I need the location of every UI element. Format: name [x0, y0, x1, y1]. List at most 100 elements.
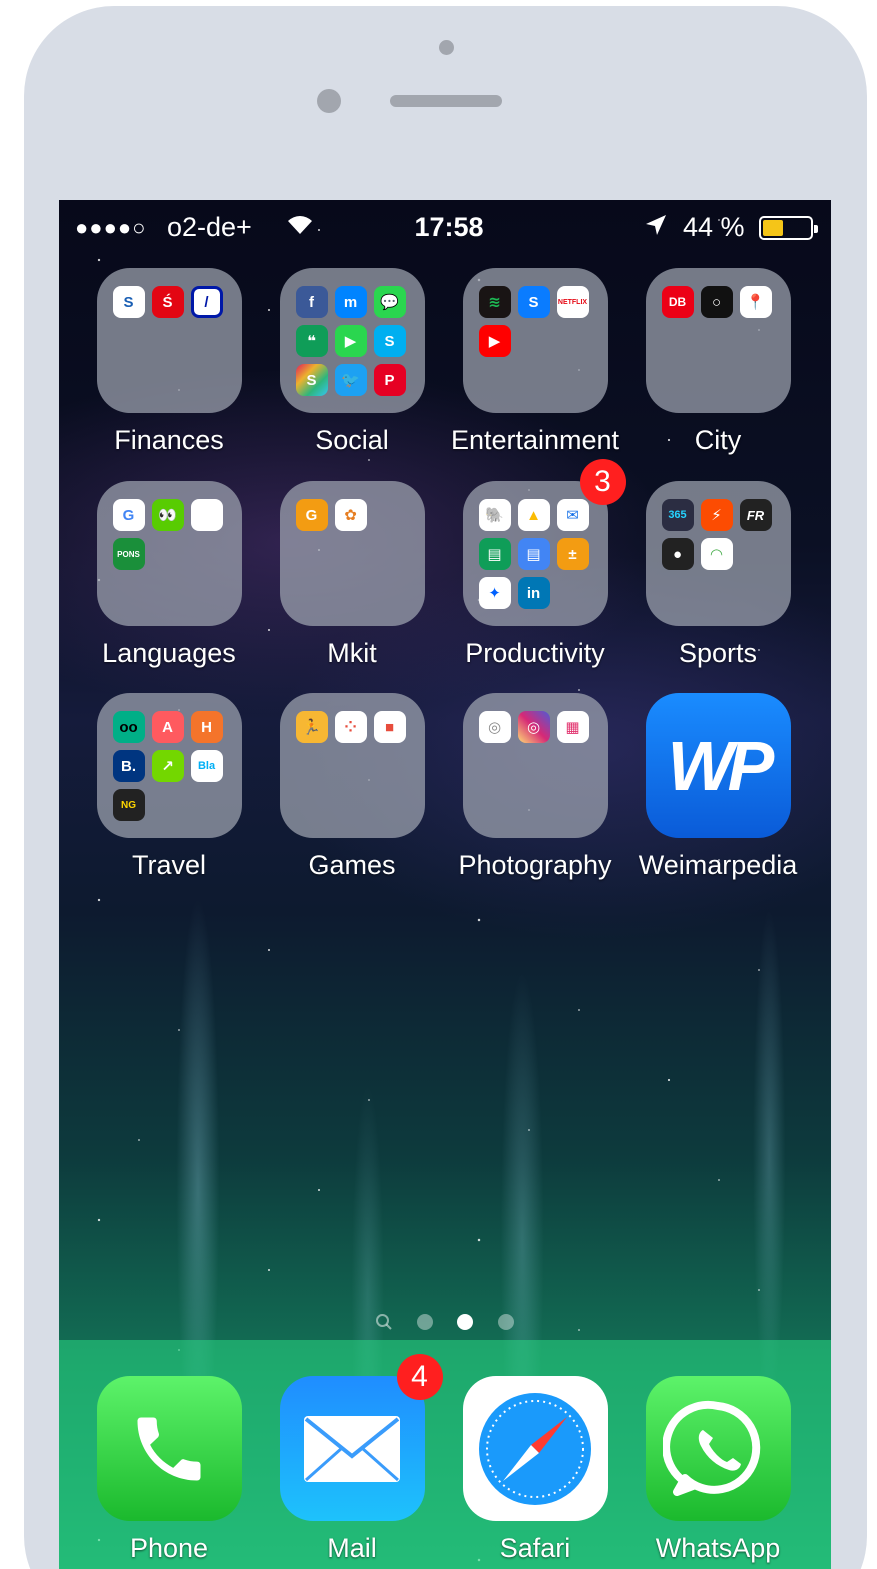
folder-sports[interactable]: 365 ⚡ FR ● ◠ Sports — [628, 481, 808, 669]
cube-game-icon: ■ — [373, 711, 406, 743]
folder-city[interactable]: DB ○ 📍 City — [628, 268, 808, 456]
deutsche-bank-icon: / — [190, 286, 223, 318]
subway-surfers-icon: 🏃 — [295, 711, 328, 743]
home-screen: ●●●●○ o2-de+ 17:58 44 % S Ś / Finances f… — [59, 200, 831, 1569]
folder-label: City — [694, 425, 742, 455]
messages-icon: 💬 — [373, 286, 406, 318]
folder-languages-icon: G 👀 PONS — [96, 481, 242, 626]
sports-app-icon: ● — [661, 538, 694, 570]
weimarpedia-logo: WP — [667, 726, 775, 805]
dots-game-icon: ⁘ — [334, 711, 367, 743]
earpiece-speaker — [390, 95, 502, 107]
page-dot — [416, 1314, 433, 1330]
skype-icon: S — [373, 325, 406, 357]
carrier-name: o2-de+ — [167, 212, 252, 242]
folder-games[interactable]: 🏃 ⁘ ■ Games — [262, 693, 442, 881]
proximity-sensor — [439, 40, 454, 55]
folder-city-icon: DB ○ 📍 — [645, 268, 791, 413]
location-arrow-icon — [644, 212, 668, 245]
hangouts-icon: ❝ — [295, 325, 328, 357]
folder-travel-icon: oo A H B. ↗ Bla NG — [96, 693, 242, 838]
youtube-icon: ▶ — [478, 325, 511, 357]
folder-label: Travel — [131, 850, 206, 880]
folder-languages[interactable]: G 👀 PONS Languages — [79, 481, 259, 669]
folder-label: Mkit — [327, 638, 377, 668]
mail-icon: 4 — [279, 1354, 443, 1521]
notification-badge: 3 — [579, 459, 626, 505]
facebook-icon: f — [295, 286, 328, 318]
messenger-icon: m — [334, 286, 367, 318]
page-dot — [497, 1314, 514, 1330]
folder-finances[interactable]: S Ś / Finances — [79, 268, 259, 456]
facetime-icon: ▶ — [334, 325, 367, 357]
battery-level — [763, 220, 783, 236]
dock-app-mail[interactable]: 4 Mail — [262, 1354, 443, 1564]
folder-photography-icon: ◎ ◎ ▦ — [462, 693, 608, 838]
search-icon — [376, 1314, 393, 1330]
app-label: Weimarpedia — [638, 850, 798, 880]
bank-app-icon: S — [112, 286, 145, 318]
booking-icon: B. — [112, 750, 145, 782]
google-drive-icon: ▲ — [517, 499, 550, 531]
shazam-icon: S — [517, 286, 550, 318]
mail-app-icon: ✉ — [556, 499, 589, 531]
folder-travel[interactable]: oo A H B. ↗ Bla NG Travel — [79, 693, 259, 881]
dock-app-phone[interactable]: Phone — [79, 1376, 259, 1564]
folder-label: Productivity — [465, 638, 605, 668]
tripadvisor-icon: oo — [112, 711, 145, 743]
camera-app-icon: ◎ — [478, 711, 511, 743]
folder-games-icon: 🏃 ⁘ ■ — [279, 693, 425, 838]
sparkasse-icon: Ś — [151, 286, 184, 318]
folder-label: Finances — [114, 425, 224, 455]
dock-app-safari[interactable]: Safari — [445, 1376, 625, 1564]
strava-icon: ⚡ — [700, 499, 733, 531]
pons-icon: PONS — [112, 538, 145, 570]
folder-label: Entertainment — [450, 425, 620, 455]
blank-app-icon — [190, 499, 223, 531]
folder-sports-icon: 365 ⚡ FR ● ◠ — [645, 481, 791, 626]
netflix-icon: NETFLIX — [556, 286, 589, 318]
battery-percent: 44 % — [683, 212, 745, 242]
app-label: WhatsApp — [655, 1533, 781, 1563]
folder-finances-icon: S Ś / — [96, 268, 242, 413]
page-indicator[interactable] — [59, 1313, 831, 1331]
folder-label: Sports — [678, 638, 758, 668]
duolingo-icon: 👀 — [151, 499, 184, 531]
twitter-icon: 🐦 — [334, 364, 367, 396]
page-dot-active — [457, 1314, 474, 1330]
komoot-icon: ◠ — [700, 538, 733, 570]
slack-icon: S — [295, 364, 328, 396]
google-docs-icon: ▤ — [517, 538, 550, 570]
evernote-icon: 🐘 — [478, 499, 511, 531]
folder-social[interactable]: f m 💬 ❝ ▶ S S 🐦 P Social — [262, 268, 442, 456]
app-label: Mail — [327, 1533, 377, 1563]
weimarpedia-icon: WP — [645, 693, 791, 838]
folder-mkit[interactable]: G ✿ Mkit — [262, 481, 442, 669]
db-navigator-icon: DB — [661, 286, 694, 318]
google-sheets-icon: ▤ — [478, 538, 511, 570]
flower-app-icon: ✿ — [334, 499, 367, 531]
dropbox-icon: ✦ — [478, 577, 511, 609]
signal-strength: ●●●●○ — [75, 215, 147, 240]
folder-label: Photography — [458, 850, 612, 880]
folder-productivity[interactable]: 🐘 ▲ ✉ ▤ ▤ ± ✦ in 3 Productivity — [445, 459, 626, 669]
folder-entertainment-icon: ≋ S NETFLIX ▶ — [462, 268, 608, 413]
airbnb-icon: A — [151, 711, 184, 743]
dock-app-whatsapp[interactable]: WhatsApp — [628, 1376, 808, 1564]
layout-icon: ▦ — [556, 711, 589, 743]
front-camera — [317, 89, 341, 113]
folder-label: Social — [315, 425, 389, 455]
folder-social-icon: f m 💬 ❝ ▶ S S 🐦 P — [279, 268, 425, 413]
app-label: Safari — [499, 1533, 571, 1563]
app-weimarpedia[interactable]: WP Weimarpedia — [628, 693, 808, 881]
uber-icon: ○ — [700, 286, 733, 318]
dock: Phone 4 Mail Safari WhatsApp — [59, 1340, 831, 1569]
linkedin-icon: in — [517, 577, 550, 609]
pinterest-icon: P — [373, 364, 406, 396]
hostelworld-icon: H — [190, 711, 223, 743]
folder-entertainment[interactable]: ≋ S NETFLIX ▶ Entertainment — [445, 268, 625, 456]
folder-photography[interactable]: ◎ ◎ ▦ Photography — [445, 693, 625, 881]
whatsapp-icon — [645, 1376, 791, 1521]
spotify-icon: ≋ — [478, 286, 511, 318]
notification-badge: 4 — [396, 1354, 443, 1400]
